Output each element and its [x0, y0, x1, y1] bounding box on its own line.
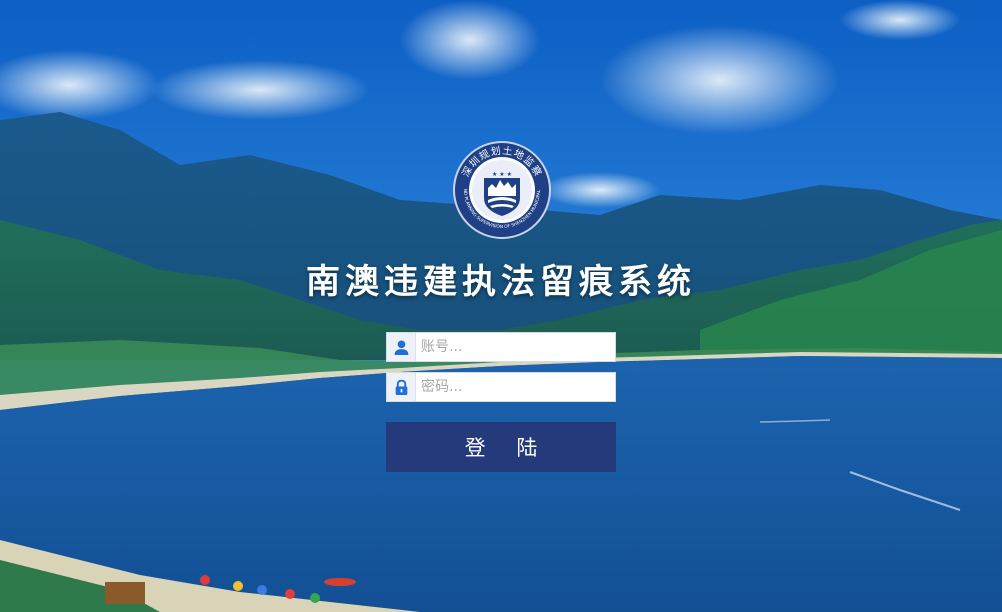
emblem-logo: ★ ★ ★ 深圳规划土地监察 LAND PLANNING SUPERVISION… [452, 140, 551, 239]
account-field[interactable] [386, 332, 616, 362]
lock-icon [387, 373, 416, 401]
login-button[interactable]: 登 陆 [386, 422, 616, 472]
svg-text:★ ★ ★: ★ ★ ★ [492, 171, 512, 178]
password-input[interactable] [421, 373, 611, 401]
user-icon [387, 333, 416, 361]
background-landscape [0, 0, 1002, 612]
password-field[interactable] [386, 372, 616, 402]
page-title: 南澳违建执法留痕系统 [306, 262, 696, 302]
account-input[interactable] [421, 333, 611, 361]
